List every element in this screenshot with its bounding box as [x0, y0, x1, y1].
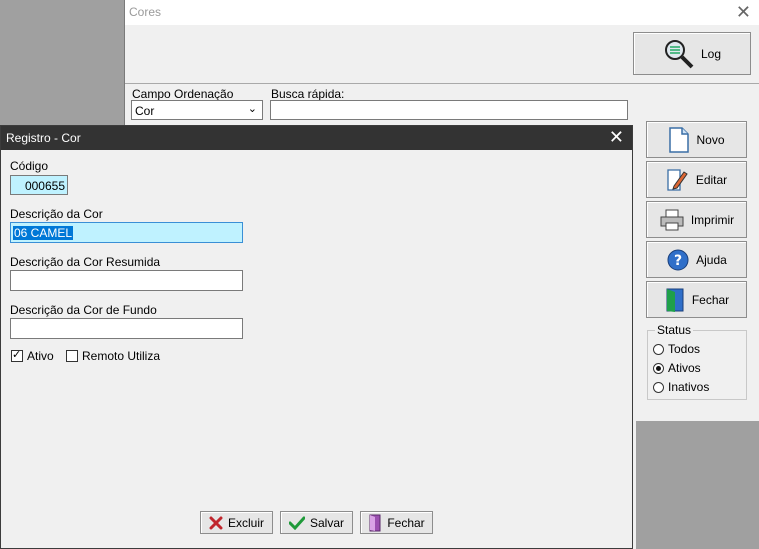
exit-door-icon	[368, 514, 382, 532]
descricao-resumida-field[interactable]	[10, 270, 243, 291]
excluir-button[interactable]: Excluir	[200, 511, 273, 534]
status-option-label: Ativos	[668, 361, 701, 375]
editar-label: Editar	[695, 172, 728, 187]
close-icon[interactable]: ✕	[609, 127, 624, 147]
log-label: Log	[700, 46, 722, 61]
checkbox-box[interactable]	[11, 348, 23, 362]
salvar-label: Salvar	[309, 515, 344, 530]
svg-text:?: ?	[674, 253, 682, 269]
cores-titlebar: Cores ✕	[125, 0, 759, 25]
status-ativos-radio[interactable]: Ativos	[653, 361, 701, 375]
log-button[interactable]: Log	[633, 32, 751, 75]
printer-icon	[659, 208, 685, 232]
ativo-checkbox[interactable]: Ativo	[11, 348, 54, 363]
excluir-label: Excluir	[227, 515, 264, 530]
campo-ordenacao-select[interactable]: Cor ⌄	[131, 100, 263, 120]
imprimir-button[interactable]: Imprimir	[646, 201, 747, 238]
chevron-down-icon: ⌄	[247, 103, 257, 115]
descricao-label: Descrição da Cor	[10, 207, 103, 221]
imprimir-label: Imprimir	[690, 212, 735, 227]
descricao-fundo-label: Descrição da Cor de Fundo	[10, 303, 157, 317]
checkbox-box[interactable]	[66, 350, 78, 362]
fechar-dialog-label: Fechar	[387, 515, 425, 530]
fechar-dialog-button[interactable]: Fechar	[360, 511, 433, 534]
novo-button[interactable]: Novo	[646, 121, 747, 158]
descricao-value: 06 CAMEL	[13, 226, 74, 240]
busca-rapida-label: Busca rápida:	[271, 87, 345, 101]
dialog-titlebar: Registro - Cor ✕	[1, 126, 632, 150]
campo-ordenacao-label: Campo Ordenação	[132, 87, 234, 101]
radio-indicator[interactable]	[653, 381, 664, 393]
codigo-field[interactable]: 000655	[10, 175, 68, 195]
help-icon: ?	[666, 248, 690, 272]
status-todos-radio[interactable]: Todos	[653, 342, 700, 356]
editar-button[interactable]: Editar	[646, 161, 747, 198]
descricao-fundo-field[interactable]	[10, 318, 243, 339]
codigo-value: 000655	[24, 179, 65, 193]
salvar-button[interactable]: Salvar	[280, 511, 353, 534]
descricao-field[interactable]: 06 CAMEL	[10, 222, 243, 243]
toolbar-area: Log	[125, 25, 759, 84]
edit-pencil-icon	[666, 167, 690, 193]
fechar-side-label: Fechar	[691, 292, 730, 307]
remoto-utiliza-checkbox[interactable]: Remoto Utiliza	[66, 349, 160, 363]
status-option-label: Inativos	[668, 380, 710, 394]
ativo-label: Ativo	[27, 349, 54, 363]
campo-ordenacao-value: Cor	[135, 104, 155, 118]
dialog-title: Registro - Cor	[6, 131, 81, 145]
busca-rapida-input[interactable]	[270, 100, 628, 120]
window-title: Cores	[129, 5, 162, 19]
novo-label: Novo	[696, 132, 725, 147]
codigo-label: Código	[10, 159, 49, 173]
status-legend: Status	[655, 323, 694, 337]
registro-cor-dialog: Registro - Cor ✕ Código 000655 Descrição…	[0, 125, 633, 549]
checkmark-icon	[288, 516, 305, 530]
side-panel-empty-area	[636, 421, 759, 549]
radio-indicator[interactable]	[653, 362, 664, 374]
status-option-label: Todos	[668, 342, 701, 356]
exit-door-icon	[664, 287, 686, 313]
delete-x-icon	[209, 516, 223, 530]
remoto-utiliza-label: Remoto Utiliza	[82, 349, 161, 363]
new-document-icon	[668, 126, 690, 153]
ajuda-label: Ajuda	[696, 252, 727, 267]
close-icon[interactable]: ✕	[736, 2, 751, 22]
fechar-side-button[interactable]: Fechar	[646, 281, 747, 318]
status-inativos-radio[interactable]: Inativos	[653, 380, 709, 394]
ajuda-button[interactable]: ? Ajuda	[646, 241, 747, 278]
magnifier-list-icon	[663, 38, 695, 70]
filter-area: Campo Ordenação Cor ⌄ Busca rápida:	[125, 84, 637, 126]
descricao-resumida-label: Descrição da Cor Resumida	[10, 255, 161, 269]
radio-indicator[interactable]	[653, 343, 664, 355]
